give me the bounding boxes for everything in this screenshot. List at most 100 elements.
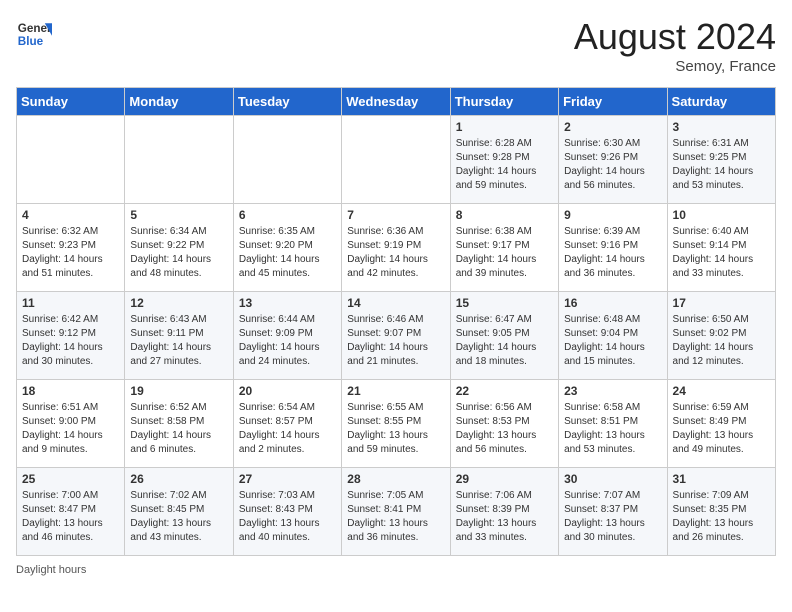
logo-icon: General Blue (16, 16, 52, 52)
day-number: 3 (673, 120, 770, 134)
calendar-cell: 25 Sunrise: 7:00 AMSunset: 8:47 PMDayligh… (17, 468, 125, 556)
cell-info: Sunrise: 7:02 AMSunset: 8:45 PMDaylight:… (130, 489, 227, 545)
day-number: 11 (22, 296, 119, 310)
cell-info: Sunrise: 6:59 AMSunset: 8:49 PMDaylight:… (673, 401, 770, 457)
day-number: 5 (130, 208, 227, 222)
day-number: 1 (456, 120, 553, 134)
day-number: 8 (456, 208, 553, 222)
calendar-cell: 1 Sunrise: 6:28 AMSunset: 9:28 PMDaylight… (450, 116, 558, 204)
calendar-cell: 22 Sunrise: 6:56 AMSunset: 8:53 PMDayligh… (450, 380, 558, 468)
cell-info: Sunrise: 6:34 AMSunset: 9:22 PMDaylight:… (130, 225, 227, 281)
cell-info: Sunrise: 6:43 AMSunset: 9:11 PMDaylight:… (130, 313, 227, 369)
day-number: 16 (564, 296, 661, 310)
cell-info: Sunrise: 6:30 AMSunset: 9:26 PMDaylight:… (564, 137, 661, 193)
day-number: 10 (673, 208, 770, 222)
page-header: General Blue August 2024 Semoy, France (16, 16, 776, 75)
day-number: 12 (130, 296, 227, 310)
calendar-cell: 18 Sunrise: 6:51 AMSunset: 9:00 PMDayligh… (17, 380, 125, 468)
header-row: SundayMondayTuesdayWednesdayThursdayFrid… (17, 88, 776, 116)
month-year-title: August 2024 (574, 16, 776, 58)
cell-info: Sunrise: 6:35 AMSunset: 9:20 PMDaylight:… (239, 225, 336, 281)
calendar-cell: 30 Sunrise: 7:07 AMSunset: 8:37 PMDayligh… (559, 468, 667, 556)
day-number: 18 (22, 384, 119, 398)
cell-info: Sunrise: 6:28 AMSunset: 9:28 PMDaylight:… (456, 137, 553, 193)
svg-text:Blue: Blue (18, 35, 44, 48)
day-number: 13 (239, 296, 336, 310)
week-row-1: 1 Sunrise: 6:28 AMSunset: 9:28 PMDaylight… (17, 116, 776, 204)
calendar-cell: 3Sunrise: 6:31 AMSunset: 9:25 PMDaylight… (667, 116, 775, 204)
day-number: 15 (456, 296, 553, 310)
day-number: 31 (673, 472, 770, 486)
day-number: 22 (456, 384, 553, 398)
title-area: August 2024 Semoy, France (574, 16, 776, 75)
calendar-cell: 4Sunrise: 6:32 AMSunset: 9:23 PMDaylight… (17, 204, 125, 292)
cell-info: Sunrise: 6:50 AMSunset: 9:02 PMDaylight:… (673, 313, 770, 369)
logo: General Blue (16, 16, 52, 52)
cell-info: Sunrise: 6:47 AMSunset: 9:05 PMDaylight:… (456, 313, 553, 369)
daylight-hours-label: Daylight hours (16, 564, 86, 576)
calendar-cell (125, 116, 233, 204)
cell-info: Sunrise: 6:44 AMSunset: 9:09 PMDaylight:… (239, 313, 336, 369)
calendar-cell (17, 116, 125, 204)
cell-info: Sunrise: 6:48 AMSunset: 9:04 PMDaylight:… (564, 313, 661, 369)
calendar-cell: 21 Sunrise: 6:55 AMSunset: 8:55 PMDayligh… (342, 380, 450, 468)
day-number: 19 (130, 384, 227, 398)
cell-info: Sunrise: 6:52 AMSunset: 8:58 PMDaylight:… (130, 401, 227, 457)
cell-info: Sunrise: 6:51 AMSunset: 9:00 PMDaylight:… (22, 401, 119, 457)
calendar-cell: 27 Sunrise: 7:03 AMSunset: 8:43 PMDayligh… (233, 468, 341, 556)
calendar-cell (342, 116, 450, 204)
calendar-cell: 29Sunrise: 7:06 AMSunset: 8:39 PMDayligh… (450, 468, 558, 556)
cell-info: Sunrise: 6:38 AMSunset: 9:17 PMDaylight:… (456, 225, 553, 281)
header-day-tuesday: Tuesday (233, 88, 341, 116)
calendar-cell: 14Sunrise: 6:46 AMSunset: 9:07 PMDayligh… (342, 292, 450, 380)
day-number: 27 (239, 472, 336, 486)
cell-info: Sunrise: 6:55 AMSunset: 8:55 PMDaylight:… (347, 401, 444, 457)
day-number: 7 (347, 208, 444, 222)
calendar-cell: 26 Sunrise: 7:02 AMSunset: 8:45 PMDayligh… (125, 468, 233, 556)
day-number: 30 (564, 472, 661, 486)
calendar-cell: 7 Sunrise: 6:36 AMSunset: 9:19 PMDaylight… (342, 204, 450, 292)
footer: Daylight hours (16, 564, 776, 576)
cell-info: Sunrise: 7:00 AMSunset: 8:47 PMDaylight:… (22, 489, 119, 545)
calendar-cell: 6 Sunrise: 6:35 AMSunset: 9:20 PMDaylight… (233, 204, 341, 292)
calendar-table: SundayMondayTuesdayWednesdayThursdayFrid… (16, 87, 776, 556)
calendar-cell: 24Sunrise: 6:59 AMSunset: 8:49 PMDayligh… (667, 380, 775, 468)
cell-info: Sunrise: 6:56 AMSunset: 8:53 PMDaylight:… (456, 401, 553, 457)
day-number: 21 (347, 384, 444, 398)
day-number: 20 (239, 384, 336, 398)
cell-info: Sunrise: 7:03 AMSunset: 8:43 PMDaylight:… (239, 489, 336, 545)
day-number: 23 (564, 384, 661, 398)
week-row-2: 4Sunrise: 6:32 AMSunset: 9:23 PMDaylight… (17, 204, 776, 292)
cell-info: Sunrise: 6:54 AMSunset: 8:57 PMDaylight:… (239, 401, 336, 457)
week-row-4: 18 Sunrise: 6:51 AMSunset: 9:00 PMDayligh… (17, 380, 776, 468)
header-day-sunday: Sunday (17, 88, 125, 116)
calendar-cell (233, 116, 341, 204)
cell-info: Sunrise: 7:05 AMSunset: 8:41 PMDaylight:… (347, 489, 444, 545)
calendar-cell: 17 Sunrise: 6:50 AMSunset: 9:02 PMDayligh… (667, 292, 775, 380)
day-number: 26 (130, 472, 227, 486)
calendar-cell: 10Sunrise: 6:40 AMSunset: 9:14 PMDayligh… (667, 204, 775, 292)
cell-info: Sunrise: 6:46 AMSunset: 9:07 PMDaylight:… (347, 313, 444, 369)
day-number: 2 (564, 120, 661, 134)
header-day-saturday: Saturday (667, 88, 775, 116)
week-row-5: 25 Sunrise: 7:00 AMSunset: 8:47 PMDayligh… (17, 468, 776, 556)
header-day-monday: Monday (125, 88, 233, 116)
day-number: 4 (22, 208, 119, 222)
day-number: 6 (239, 208, 336, 222)
calendar-cell: 28 Sunrise: 7:05 AMSunset: 8:41 PMDayligh… (342, 468, 450, 556)
day-number: 9 (564, 208, 661, 222)
calendar-cell: 23Sunrise: 6:58 AMSunset: 8:51 PMDayligh… (559, 380, 667, 468)
header-day-wednesday: Wednesday (342, 88, 450, 116)
cell-info: Sunrise: 6:36 AMSunset: 9:19 PMDaylight:… (347, 225, 444, 281)
calendar-cell: 8 Sunrise: 6:38 AMSunset: 9:17 PMDaylight… (450, 204, 558, 292)
cell-info: Sunrise: 6:42 AMSunset: 9:12 PMDaylight:… (22, 313, 119, 369)
day-number: 17 (673, 296, 770, 310)
calendar-cell: 9Sunrise: 6:39 AMSunset: 9:16 PMDaylight… (559, 204, 667, 292)
cell-info: Sunrise: 7:09 AMSunset: 8:35 PMDaylight:… (673, 489, 770, 545)
cell-info: Sunrise: 7:07 AMSunset: 8:37 PMDaylight:… (564, 489, 661, 545)
day-number: 25 (22, 472, 119, 486)
day-number: 28 (347, 472, 444, 486)
header-day-friday: Friday (559, 88, 667, 116)
cell-info: Sunrise: 7:06 AMSunset: 8:39 PMDaylight:… (456, 489, 553, 545)
week-row-3: 11 Sunrise: 6:42 AMSunset: 9:12 PMDayligh… (17, 292, 776, 380)
